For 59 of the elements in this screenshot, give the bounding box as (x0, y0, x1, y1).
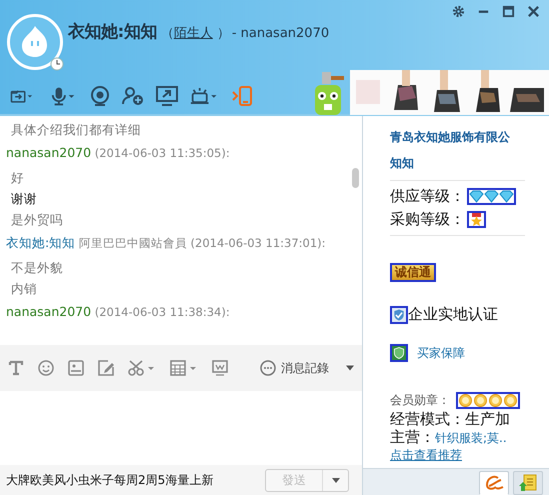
member-name[interactable]: 知知 (390, 150, 549, 176)
sender-name: 衣知她:知知 (6, 235, 76, 250)
timestamp: (2014-06-03 11:35:05): (94, 146, 230, 160)
company-name[interactable]: 青岛衣知她服饰有限公 (390, 124, 549, 150)
relation-link[interactable]: 陌生人 (174, 24, 213, 42)
trust-badge: 诚信通 (390, 263, 436, 282)
bracket: ） (216, 25, 230, 42)
member-label: 阿里巴巴中國站會員 (78, 236, 187, 250)
diamonds-icon (467, 188, 516, 205)
message-text: 具体介绍我们都有详细 (10, 121, 142, 139)
account-name: - nanasan2070 (232, 26, 330, 41)
level-label: 采购等级： (390, 209, 465, 230)
image-icon[interactable] (68, 360, 84, 376)
scrollbar-thumb[interactable] (352, 168, 359, 188)
status-text: 大牌欧美风小虫米子每周2周5海量上新 (6, 472, 214, 488)
medal-icon (467, 211, 486, 228)
upload-document-icon (518, 474, 538, 492)
message-text: 好 (10, 169, 25, 187)
maximize-icon[interactable] (502, 5, 515, 18)
chat-bubble-icon (260, 360, 276, 376)
bracket: （ (160, 25, 174, 42)
medals-label: 会员勋章： (390, 392, 450, 409)
settings-icon[interactable] (452, 5, 465, 18)
caret-icon (332, 478, 340, 482)
calculator-icon[interactable] (170, 360, 198, 376)
recommend-link[interactable]: 点击查看推荐 (390, 448, 462, 462)
message-text: 是外贸吗 (10, 211, 64, 229)
add-contact-icon[interactable] (122, 86, 144, 106)
verified-shield-icon (390, 306, 408, 324)
scissors-icon[interactable] (128, 360, 156, 376)
edit-icon[interactable] (98, 360, 114, 376)
main-products-label: 主营： (390, 427, 435, 447)
protection-shield-icon (390, 344, 408, 362)
certification-label: 企业实地认证 (408, 305, 498, 324)
screen-share-icon[interactable] (156, 86, 178, 106)
close-icon[interactable] (527, 5, 540, 18)
contact-name: 衣知她:知知 (68, 21, 157, 43)
timestamp: (2014-06-03 11:37:01): (190, 236, 326, 250)
mascot-icon[interactable] (312, 72, 344, 116)
text-format-icon[interactable] (8, 360, 24, 376)
clock-icon (50, 57, 64, 71)
business-mode: 经营模式：生产加 (390, 409, 511, 429)
medals-icon (456, 392, 520, 409)
webcam-icon[interactable] (90, 86, 110, 106)
main-products-link[interactable]: 针织服装;莫.. (435, 430, 507, 447)
timestamp: (2014-06-03 11:38:34): (94, 305, 230, 319)
sender-name: nanasan2070 (6, 304, 92, 319)
buyer-protection-link[interactable]: 买家保障 (417, 344, 465, 362)
level-label: 供应等级： (390, 186, 465, 207)
sender-name: nanasan2070 (6, 145, 92, 160)
screen-icon[interactable] (212, 360, 228, 376)
history-button[interactable]: 消息記錄 (260, 360, 354, 376)
message-text: 不是外貌 (10, 259, 64, 277)
emoji-icon[interactable] (38, 360, 54, 376)
message-text: 内销 (10, 280, 38, 298)
side-tab[interactable] (513, 471, 543, 495)
message-text: 谢谢 (10, 190, 38, 208)
swoosh-icon (484, 474, 504, 492)
side-tab[interactable] (479, 471, 509, 495)
